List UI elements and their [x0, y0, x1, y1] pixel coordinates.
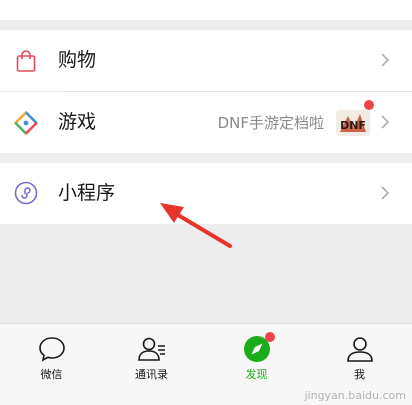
- previous-row-fragment: [0, 0, 412, 20]
- shopping-row[interactable]: 购物: [0, 30, 412, 91]
- person-icon: [346, 337, 373, 362]
- watermark: jingyan.baidu.com: [304, 389, 406, 402]
- games-row[interactable]: 游戏 DNF手游定档啦 DNF: [0, 92, 412, 153]
- tab-discover[interactable]: 发现: [205, 324, 308, 405]
- partial-icon: [14, 0, 40, 4]
- games-subtitle: DNF手游定档啦: [217, 114, 324, 132]
- discover-notification-dot: [265, 332, 275, 342]
- chat-bubble-icon: [38, 337, 65, 362]
- tab-contacts[interactable]: 通讯录: [100, 324, 203, 405]
- tab-me-label: 我: [354, 368, 365, 381]
- chevron-right-icon: [381, 115, 390, 129]
- contacts-icon: [137, 337, 165, 361]
- annotation-arrow-icon: [160, 203, 232, 248]
- game-notification-dot: [364, 100, 374, 110]
- mini-program-icon: [14, 181, 38, 205]
- shopping-label: 购物: [58, 49, 97, 71]
- game-thumbnail: DNF: [336, 106, 370, 140]
- tab-chats[interactable]: 微信: [0, 324, 103, 405]
- tab-chats-label: 微信: [40, 368, 63, 381]
- tab-contacts-label: 通讯录: [135, 368, 168, 381]
- chevron-right-icon: [381, 186, 390, 200]
- game-thumbnail-text: DNF: [340, 119, 366, 132]
- games-label: 游戏: [58, 111, 97, 133]
- game-diamond-icon: [14, 111, 38, 135]
- tab-discover-label: 发现: [245, 368, 268, 381]
- shopping-bag-icon: [16, 50, 36, 72]
- mini-programs-label: 小程序: [58, 182, 116, 204]
- chevron-right-icon: [381, 53, 390, 67]
